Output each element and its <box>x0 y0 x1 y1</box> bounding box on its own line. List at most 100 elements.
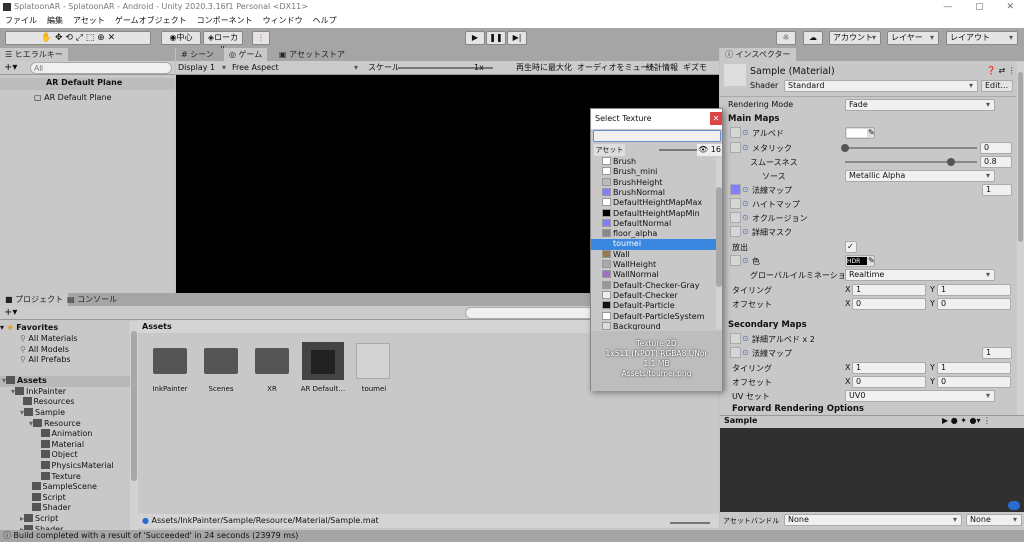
dropdown-uv-value[interactable]: UV0 <box>845 390 995 402</box>
menu-item[interactable]: ゲームオブジェクト <box>115 14 187 28</box>
step-button[interactable]: ▶| <box>507 31 527 45</box>
window-controls[interactable]: — ▢ ✕ <box>943 0 1014 14</box>
tab-project[interactable]: ■ プロジェクト <box>0 293 69 306</box>
inspector-scrollbar[interactable] <box>1017 62 1024 415</box>
texture-picker-icon[interactable]: ⊙ <box>742 256 749 265</box>
tree-item[interactable]: ▾ Sample <box>0 408 130 419</box>
vector-field[interactable]: 0 <box>852 298 926 310</box>
layout-dropdown[interactable]: レイアウト <box>946 31 1018 45</box>
display-dropdown[interactable]: Display 1 <box>178 61 230 75</box>
favorite-item[interactable]: ⚲ All Models <box>0 345 130 356</box>
create-icon[interactable]: +▾ <box>4 306 17 320</box>
slider-handle[interactable] <box>841 144 849 152</box>
menu-item[interactable]: アセット <box>73 14 105 28</box>
tab-hierarchy[interactable]: ☰ ヒエラルキー <box>0 48 68 61</box>
favorite-item[interactable]: ⚲ All Materials <box>0 334 130 345</box>
transform-tools[interactable]: ✋ ✥ ⟲ ⤢ ⬚ ⊕ ✕ <box>5 31 151 45</box>
texture-slot[interactable] <box>730 347 741 358</box>
texture-item[interactable]: Brush_mini <box>591 167 716 178</box>
tree-item[interactable]: ▾ Assets <box>0 376 130 387</box>
tree-item[interactable]: Script <box>0 492 130 504</box>
tree-item[interactable]: Object <box>0 450 130 461</box>
texture-item[interactable]: Default-Checker <box>591 290 716 302</box>
texture-picker-icon[interactable]: ⊙ <box>742 128 749 137</box>
emission-checkbox[interactable]: ✓ <box>845 241 857 253</box>
asset-item[interactable]: toumei <box>344 340 404 400</box>
number-field[interactable]: 0.8 <box>980 156 1012 168</box>
vector-field[interactable]: 1 <box>852 362 926 374</box>
menu-item[interactable]: コンポーネント <box>197 14 253 28</box>
texture-item[interactable]: BrushNormal <box>591 187 716 199</box>
texture-picker-icon[interactable]: ⊙ <box>742 143 749 152</box>
texture-picker-icon[interactable]: ⊙ <box>742 334 749 343</box>
play-button[interactable]: ▶ <box>465 31 485 45</box>
texture-search-input[interactable] <box>593 130 721 142</box>
texture-slot[interactable] <box>730 184 741 195</box>
close-button[interactable]: ✕ <box>710 112 722 125</box>
label-icon[interactable] <box>1008 501 1020 510</box>
tree-item[interactable]: Texture <box>0 471 130 483</box>
texture-picker-icon[interactable]: ⊙ <box>742 227 749 236</box>
tab-asset-store[interactable]: ▣ アセットストア <box>274 48 350 61</box>
favorite-item[interactable]: ⚲ All Prefabs <box>0 355 130 366</box>
texture-slot[interactable] <box>730 142 741 153</box>
tree-item[interactable]: SampleScene <box>0 482 130 493</box>
texture-item[interactable]: DefaultHeightMapMin <box>591 208 716 220</box>
tree-item[interactable]: PhysicsMaterial <box>0 461 130 472</box>
hierarchy-item[interactable]: ▢ AR Default Plane <box>34 93 111 102</box>
texture-list-scrollbar[interactable] <box>716 157 722 329</box>
tab-game[interactable]: ◎ ゲーム <box>224 48 268 61</box>
dropdown-rendering-mode[interactable]: Fade <box>845 99 995 111</box>
tab-scene[interactable]: # シーン <box>176 48 219 61</box>
texture-item[interactable]: BrushHeight <box>591 177 716 189</box>
texture-item[interactable]: WallHeight <box>591 260 716 271</box>
texture-item[interactable]: Background <box>591 321 716 330</box>
tree-item[interactable]: ▸ Script <box>0 514 130 525</box>
texture-item[interactable]: WallNormal <box>591 270 716 281</box>
mute-audio-button[interactable]: オーディオをミュート <box>577 61 656 75</box>
account-dropdown[interactable]: アカウント <box>829 31 881 45</box>
header-icons[interactable]: ❓ ⇄ ⋮ <box>986 66 1016 75</box>
texture-picker-icon[interactable]: ⊙ <box>742 199 749 208</box>
eyedropper-icon[interactable]: ✎ <box>868 256 875 266</box>
texture-item[interactable]: Default-Particle <box>591 301 716 312</box>
color-field[interactable]: ✎ <box>845 127 875 139</box>
texture-item[interactable]: Default-ParticleSystem <box>591 311 716 323</box>
edit-shader-button[interactable]: Edit... <box>981 80 1013 92</box>
vector-field[interactable]: 1 <box>937 284 1011 296</box>
menu-item[interactable]: ウィンドウ <box>263 14 303 28</box>
gizmos-button[interactable]: ギズモ <box>683 61 707 75</box>
shader-dropdown[interactable]: Standard <box>784 80 978 92</box>
add-icon[interactable]: +▾ <box>4 61 17 75</box>
tab-console[interactable]: ▤ コンソール <box>62 293 122 306</box>
aspect-dropdown[interactable]: Free Aspect <box>232 61 362 75</box>
number-field[interactable]: 0 <box>980 142 1012 154</box>
tree-scrollbar[interactable] <box>130 321 138 530</box>
texture-item[interactable]: floor_alpha <box>591 229 716 240</box>
maximize-on-play-button[interactable]: 再生時に最大化 <box>516 61 572 75</box>
cloud-icon[interactable]: ☁ <box>803 31 823 45</box>
texture-picker-icon[interactable]: ⊙ <box>742 348 749 357</box>
menu-item[interactable]: ヘルプ <box>313 14 337 28</box>
tree-item[interactable]: Resources <box>0 397 130 408</box>
hierarchy-search-input[interactable] <box>30 62 172 74</box>
vector-field[interactable]: 0 <box>937 298 1011 310</box>
tab-assets[interactable]: アセット <box>594 144 625 156</box>
vector-field[interactable]: 0 <box>852 376 926 388</box>
vector-field[interactable]: 0 <box>937 376 1011 388</box>
dropdown-source-value[interactable]: Metallic Alpha <box>845 170 995 182</box>
menu-item[interactable]: ファイル <box>5 14 37 28</box>
texture-slot[interactable] <box>730 198 741 209</box>
material-preview[interactable] <box>720 428 1024 512</box>
texture-item[interactable]: toumei <box>591 239 716 251</box>
menu-item[interactable]: 編集 <box>47 14 63 28</box>
pause-button[interactable]: ❚❚ <box>486 31 506 45</box>
texture-item[interactable]: DefaultNormal <box>591 218 716 230</box>
dropdown-gi-value[interactable]: Realtime <box>845 269 995 281</box>
icon-size-slider[interactable] <box>670 522 710 524</box>
texture-item[interactable]: Brush <box>591 157 716 168</box>
preview-controls[interactable]: ▶ ● ✦ ●▾ ⋮ <box>942 416 991 425</box>
scene-row[interactable]: AR Default Plane <box>0 78 175 90</box>
local-button[interactable]: ◈ローカル <box>203 31 243 54</box>
tab-inspector[interactable]: ⓘ インスペクター <box>720 48 796 61</box>
